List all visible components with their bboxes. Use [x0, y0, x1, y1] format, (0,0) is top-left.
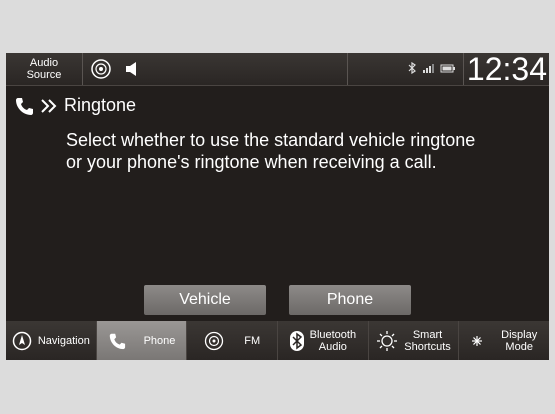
- signal-icon: [422, 62, 436, 74]
- audio-source-icon: [90, 58, 112, 80]
- nav-label-bluetooth-line1: Bluetooth: [309, 328, 357, 341]
- instruction-line-2: or your phone's ringtone when receiving …: [66, 152, 437, 172]
- breadcrumb: Ringtone: [14, 95, 136, 116]
- instruction-line-1: Select whether to use the standard vehic…: [66, 130, 476, 150]
- nav-label-phone: Phone: [143, 334, 176, 347]
- bluetooth-icon: [289, 330, 304, 351]
- audio-source-button[interactable]: Audio Source: [6, 53, 83, 85]
- nav-item-smart-shortcuts[interactable]: Smart Shortcuts: [368, 321, 460, 360]
- phone-icon: [108, 332, 126, 350]
- vehicle-button[interactable]: Vehicle: [144, 285, 266, 315]
- double-chevron-icon: [40, 98, 58, 114]
- shortcuts-icon: [376, 330, 398, 352]
- page-title: Ringtone: [64, 95, 137, 115]
- nav-label-navigation: Navigation: [37, 334, 90, 347]
- nav-item-display-mode[interactable]: Display Mode: [459, 321, 549, 360]
- nav-item-phone[interactable]: Phone: [96, 321, 188, 360]
- nav-label-display-line1: Display: [501, 328, 538, 341]
- audio-source-label-line1: Audio: [29, 57, 59, 69]
- nav-item-fm[interactable]: FM: [187, 321, 279, 360]
- nav-item-bluetooth-audio[interactable]: Bluetooth Audio: [278, 321, 369, 360]
- compass-icon: [12, 331, 32, 351]
- nav-label-display-mode: Display Mode: [501, 329, 537, 353]
- audio-source-label-line2: Source: [26, 69, 62, 81]
- status-divider: [347, 53, 348, 85]
- display-mode-icon: [471, 334, 495, 348]
- nav-label-smart-line2: Shortcuts: [404, 340, 451, 353]
- bluetooth-icon: [408, 62, 416, 74]
- nav-label-bluetooth-line2: Audio: [318, 340, 347, 353]
- nav-label-bluetooth-audio: Bluetooth Audio: [310, 329, 356, 353]
- nav-label-fm: FM: [244, 334, 261, 347]
- bottom-nav: Navigation Phone FM Bluetooth Audio Smar…: [6, 321, 549, 360]
- nav-label-display-line2: Mode: [505, 340, 533, 353]
- battery-icon: [440, 62, 456, 74]
- head-unit-screen: Audio Source 12:34 Ringtone Select wheth…: [6, 53, 549, 360]
- status-bar: Audio Source 12:34: [6, 53, 549, 87]
- clock: 12:34: [466, 53, 547, 87]
- nav-item-navigation[interactable]: Navigation: [6, 321, 97, 360]
- nav-label-smart-line1: Smart: [412, 328, 443, 341]
- radio-icon: [204, 331, 224, 351]
- phone-icon: [14, 96, 34, 116]
- phone-button[interactable]: Phone: [289, 285, 411, 315]
- speaker-icon: [124, 60, 140, 78]
- nav-label-smart-shortcuts: Smart Shortcuts: [404, 329, 450, 353]
- instruction-text: Select whether to use the standard vehic…: [66, 129, 536, 173]
- status-divider-2: [463, 53, 464, 85]
